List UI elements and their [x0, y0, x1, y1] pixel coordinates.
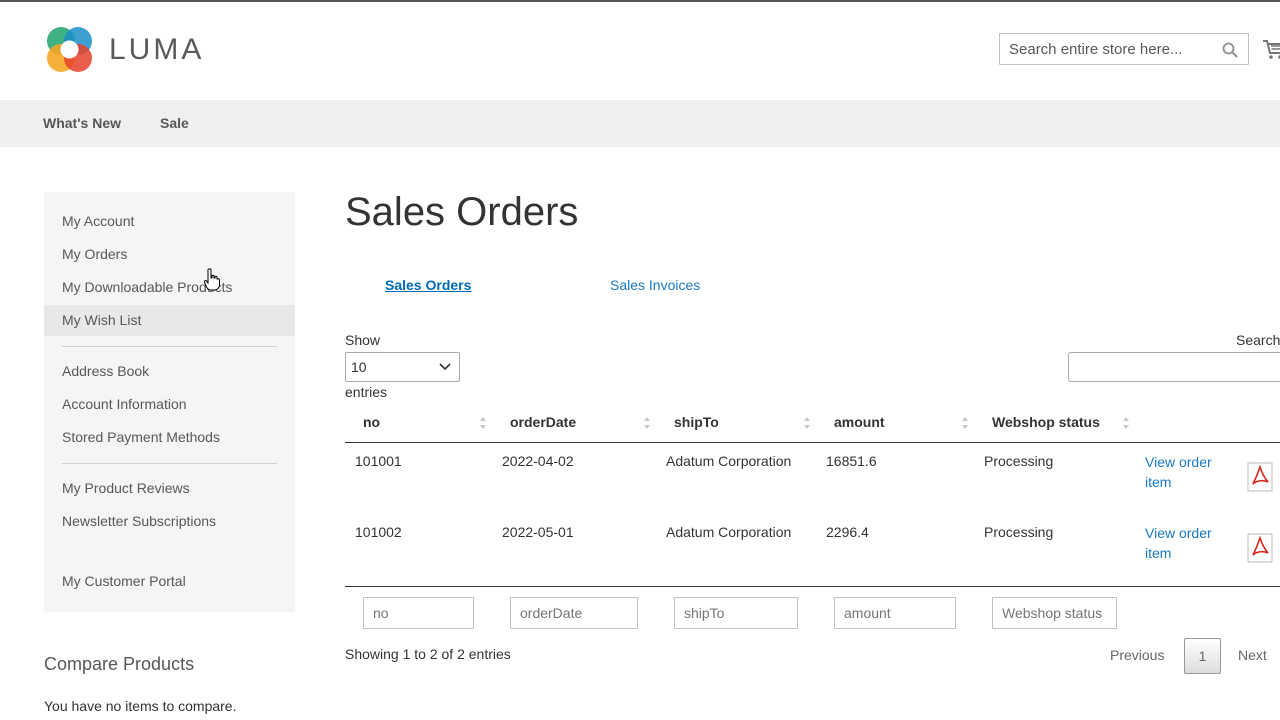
table-cell-status: Processing [984, 453, 1054, 469]
tab-sales-invoices[interactable]: Sales Invoices [610, 277, 700, 293]
sidebar-item-my-orders[interactable]: My Orders [62, 246, 127, 262]
sidebar-item-product-reviews[interactable]: My Product Reviews [62, 480, 190, 496]
pagination-current-page[interactable]: 1 [1184, 638, 1221, 674]
filter-amount-input[interactable] [834, 597, 956, 629]
table-cell-orderdate: 2022-04-02 [502, 453, 574, 469]
chevron-down-icon [439, 363, 451, 371]
show-label: Show [345, 332, 381, 348]
sort-icon[interactable] [479, 416, 487, 430]
sidebar-item-wishlist[interactable]: My Wish List [62, 312, 141, 328]
luma-logo-icon [47, 27, 92, 72]
sidebar-divider [62, 463, 277, 464]
column-header-orderdate[interactable]: orderDate [510, 414, 576, 430]
table-cell-amount: 2296.4 [826, 524, 869, 540]
table-cell-shipto: Adatum Corporation [666, 453, 792, 469]
table-cell-amount: 16851.6 [826, 453, 877, 469]
account-sidebar: My Account My Orders My Downloadable Pro… [44, 192, 295, 612]
table-search-label: Search [1236, 332, 1280, 348]
column-header-webshop-status[interactable]: Webshop status [992, 414, 1100, 430]
table-footer-divider [345, 586, 1280, 587]
entries-label: entries [345, 384, 388, 400]
filter-webshop-status-input[interactable] [992, 597, 1117, 629]
sidebar-item-stored-payment-methods[interactable]: Stored Payment Methods [62, 429, 220, 445]
store-search[interactable] [999, 33, 1249, 65]
table-info: Showing 1 to 2 of 2 entries [345, 646, 511, 662]
filter-shipto-input[interactable] [674, 597, 798, 629]
pdf-icon[interactable] [1247, 533, 1273, 563]
sidebar-item-address-book[interactable]: Address Book [62, 363, 149, 379]
pagination-next[interactable]: Next [1238, 647, 1267, 663]
table-cell-status: Processing [984, 524, 1054, 540]
filter-no-input[interactable] [363, 597, 474, 629]
column-header-shipto[interactable]: shipTo [674, 414, 719, 430]
pagination-previous[interactable]: Previous [1110, 647, 1164, 663]
sort-icon[interactable] [961, 416, 969, 430]
sidebar-item-customer-portal[interactable]: My Customer Portal [62, 573, 186, 589]
column-header-amount[interactable]: amount [834, 414, 885, 430]
hand-cursor-icon [204, 268, 220, 291]
view-order-item-link[interactable]: View order item [1145, 452, 1235, 492]
sidebar-item-newsletter[interactable]: Newsletter Subscriptions [62, 513, 216, 529]
site-header: LUMA [0, 2, 1280, 100]
sort-icon[interactable] [643, 416, 651, 430]
sidebar-item-account-information[interactable]: Account Information [62, 396, 187, 412]
compare-products-title: Compare Products [44, 654, 195, 674]
view-order-item-link[interactable]: View order item [1145, 523, 1235, 563]
column-header-no[interactable]: no [363, 414, 380, 430]
main-nav: What's New Sale [0, 100, 1280, 147]
sidebar-item-my-account[interactable]: My Account [62, 213, 134, 229]
pdf-icon[interactable] [1247, 462, 1273, 492]
table-header-divider [345, 442, 1280, 443]
store-search-input[interactable] [1000, 34, 1210, 64]
page-title: Sales Orders [345, 190, 579, 234]
search-icon[interactable] [1222, 42, 1238, 58]
table-search-input[interactable] [1068, 352, 1280, 382]
sort-icon[interactable] [1122, 416, 1130, 430]
nav-sale[interactable]: Sale [160, 115, 189, 131]
compare-products-empty-text: You have no items to compare. [44, 698, 237, 714]
logo[interactable]: LUMA [44, 24, 204, 75]
entries-length-select[interactable]: 10 [345, 352, 460, 382]
table-cell-shipto: Adatum Corporation [666, 524, 792, 540]
tab-sales-orders[interactable]: Sales Orders [385, 277, 471, 293]
filter-orderdate-input[interactable] [510, 597, 638, 629]
table-cell-no: 101002 [355, 524, 402, 540]
table-cell-orderdate: 2022-05-01 [502, 524, 574, 540]
sidebar-divider [62, 346, 277, 347]
sort-icon[interactable] [803, 416, 811, 430]
cart-icon[interactable] [1262, 38, 1280, 60]
table-cell-no: 101001 [355, 453, 402, 469]
logo-text: LUMA [109, 32, 205, 66]
entries-length-value: 10 [351, 359, 367, 375]
nav-whats-new[interactable]: What's New [43, 115, 121, 131]
